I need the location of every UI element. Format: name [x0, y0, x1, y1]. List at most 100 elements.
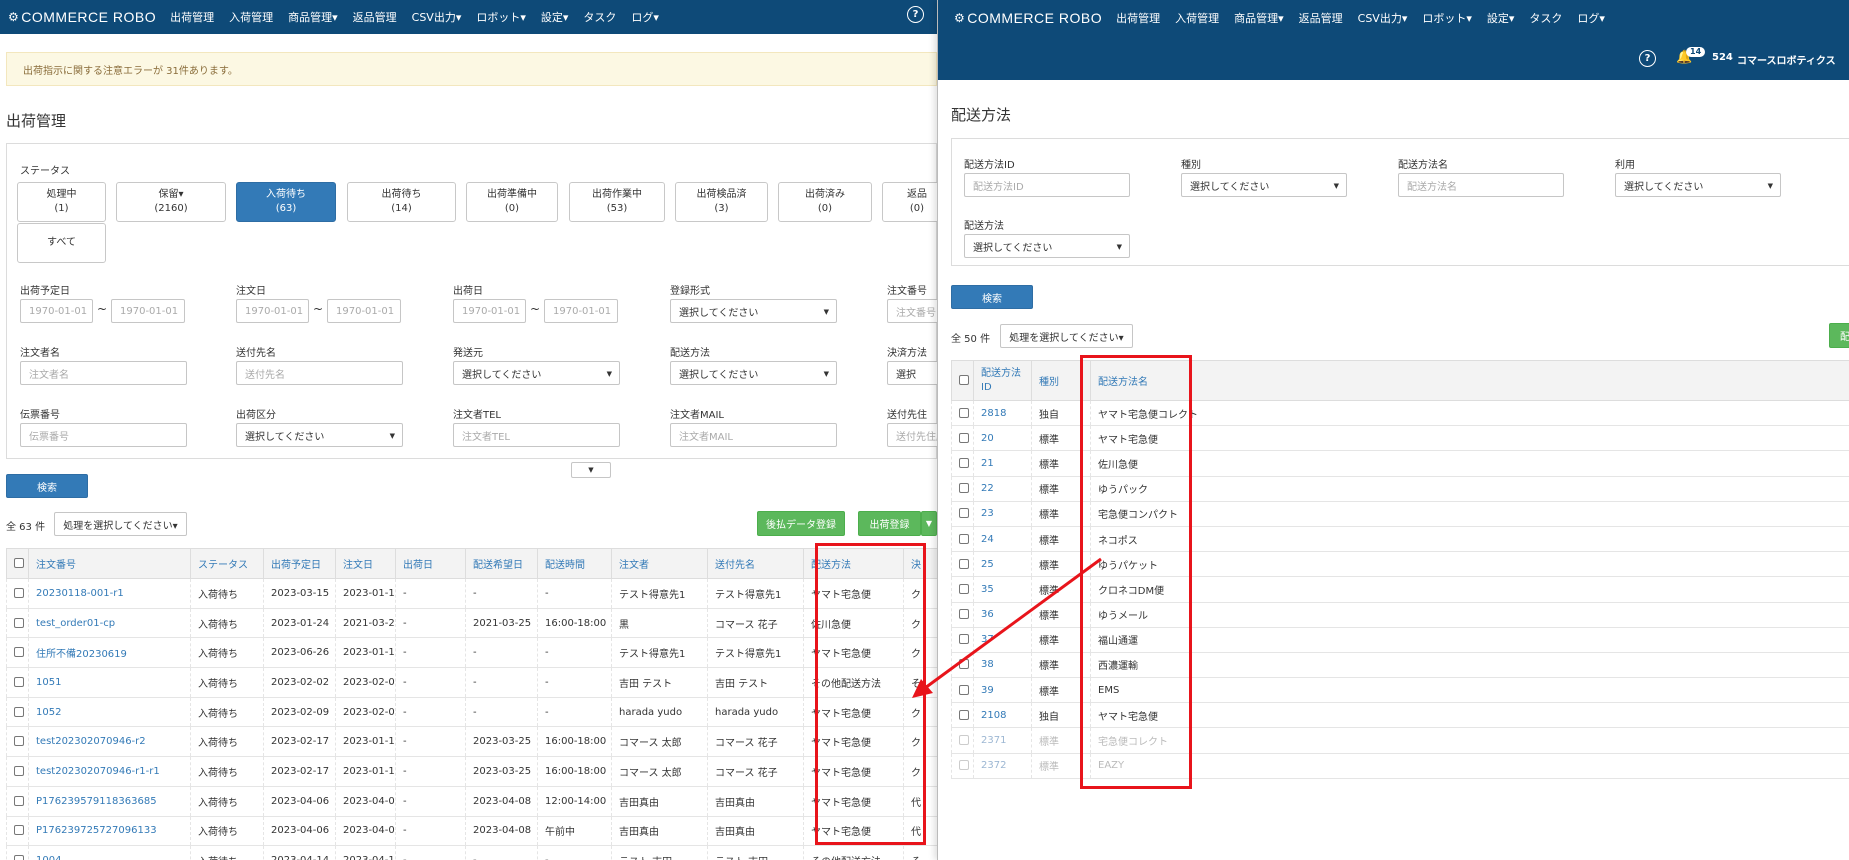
nav-products[interactable]: 商品管理▾ — [288, 9, 338, 25]
row-checkbox-cell[interactable] — [951, 753, 974, 779]
order-link[interactable]: test202302070946-r2 — [36, 736, 146, 747]
method-id-link[interactable]: 25 — [981, 559, 994, 570]
row-checkbox[interactable] — [959, 634, 969, 645]
table-row[interactable]: 24 標準 ネコポス — [951, 526, 1849, 553]
col-delivery-method[interactable]: 配送方法 — [803, 548, 904, 579]
method-id-link[interactable]: 39 — [981, 685, 994, 696]
nav-returns[interactable]: 返品管理 — [1299, 10, 1343, 26]
method-id-input[interactable]: 配送方法ID — [964, 173, 1130, 197]
col-order-date[interactable]: 注文日 — [335, 548, 396, 579]
row-checkbox[interactable] — [959, 709, 969, 720]
slip-input[interactable]: 伝票番号 — [20, 423, 187, 447]
table-row[interactable]: 20 標準 ヤマト宅急便 — [951, 425, 1849, 452]
method-id-link[interactable]: 2371 — [981, 735, 1006, 746]
nav-csv[interactable]: CSV出力▾ — [412, 9, 462, 25]
app-logo[interactable]: ⚙ COMMERCE ROBO — [954, 10, 1102, 26]
status-all[interactable]: すべて — [17, 223, 106, 263]
cell-method-id[interactable]: 39 — [973, 677, 1032, 704]
order-date-from[interactable]: 1970-01-01 — [236, 299, 309, 323]
status-returned[interactable]: 返品 (0) — [882, 182, 937, 222]
nav-receiving[interactable]: 入荷管理 — [1175, 10, 1219, 26]
row-checkbox[interactable] — [959, 760, 969, 771]
row-checkbox[interactable] — [959, 457, 969, 468]
row-checkbox[interactable] — [959, 583, 969, 594]
nav-receiving[interactable]: 入荷管理 — [229, 9, 273, 25]
order-link[interactable]: 住所不備20230619 — [36, 649, 127, 660]
help-icon[interactable]: ? — [1639, 50, 1656, 67]
row-checkbox[interactable] — [959, 558, 969, 569]
expand-filters-button[interactable]: ▼ — [571, 462, 611, 478]
table-row[interactable]: 39 標準 EMS — [951, 677, 1849, 704]
row-checkbox[interactable] — [14, 855, 24, 860]
row-checkbox-cell[interactable] — [6, 816, 29, 847]
table-row[interactable]: 21 標準 佐川急便 — [951, 450, 1849, 477]
bulk-action-select[interactable]: 処理を選択してください▾ — [54, 512, 187, 536]
table-row[interactable]: test202302070946-r1-r1 入荷待ち 2023-02-17 2023… — [6, 756, 937, 787]
row-checkbox-cell[interactable] — [951, 727, 974, 754]
reg-type-select[interactable]: 選択してください ▼ — [670, 299, 837, 323]
order-link[interactable]: 1052 — [36, 707, 61, 718]
search-button[interactable]: 検索 — [6, 474, 88, 498]
cell-method-id[interactable]: 38 — [973, 652, 1032, 679]
cell-method-id[interactable]: 22 — [973, 476, 1032, 502]
cell-method-id[interactable]: 25 — [973, 551, 1032, 578]
nav-settings[interactable]: 設定▾ — [1487, 10, 1515, 26]
col-method-name[interactable]: 配送方法名 — [1090, 360, 1849, 401]
table-row[interactable]: 38 標準 西濃運輸 — [951, 652, 1849, 679]
cell-order-no[interactable]: 1051 — [28, 667, 191, 698]
row-checkbox[interactable] — [14, 706, 24, 717]
order-link[interactable]: P176239725727096133 — [36, 825, 157, 836]
row-checkbox-cell[interactable] — [951, 677, 974, 704]
table-row[interactable]: 1052 入荷待ち 2023-02-09 2023-02-06- - - harada yu… — [6, 697, 937, 728]
status-hold[interactable]: 保留▾ (2160) — [116, 182, 226, 222]
table-row[interactable]: 2108 独自 ヤマト宅急便 — [951, 702, 1849, 729]
app-logo[interactable]: ⚙ COMMERCE ROBO — [8, 9, 156, 25]
row-checkbox-cell[interactable] — [6, 845, 29, 860]
tel-input[interactable]: 注文者TEL — [453, 423, 620, 447]
status-processing[interactable]: 処理中 (1) — [17, 182, 106, 222]
row-checkbox-cell[interactable] — [6, 697, 29, 728]
col-order-no[interactable]: 注文番号 — [28, 548, 191, 579]
nav-robot[interactable]: ロボット▾ — [476, 9, 526, 25]
col-orderer[interactable]: 注文者 — [611, 548, 708, 579]
nav-logs[interactable]: ログ▾ — [1577, 10, 1605, 26]
nav-shipping[interactable]: 出荷管理 — [170, 9, 214, 25]
cell-order-no[interactable]: test_order01-cp — [28, 608, 191, 639]
row-checkbox-cell[interactable] — [951, 501, 974, 527]
table-row[interactable]: 36 標準 ゆうメール — [951, 602, 1849, 628]
status-awaiting-receipt[interactable]: 入荷待ち (63) — [236, 182, 336, 222]
method-select[interactable]: 選択してください ▼ — [670, 361, 837, 385]
order-link[interactable]: test_order01-cp — [36, 618, 115, 629]
cell-method-id[interactable]: 2371 — [973, 727, 1032, 754]
select-all-cell[interactable] — [951, 360, 974, 401]
table-row[interactable]: 1051 入荷待ち 2023-02-02 2023-02-02- - - 吉田 テスト 吉田 … — [6, 667, 937, 698]
method-id-link[interactable]: 35 — [981, 584, 994, 595]
table-row[interactable]: 2818 独自 ヤマト宅急便コレクト — [951, 400, 1849, 427]
method-id-link[interactable]: 38 — [981, 659, 994, 670]
row-checkbox-cell[interactable] — [951, 551, 974, 578]
method-id-link[interactable]: 22 — [981, 483, 994, 494]
row-checkbox-cell[interactable] — [6, 756, 29, 787]
use-select[interactable]: 選択してください ▼ — [1615, 173, 1781, 197]
table-row[interactable]: 2372 標準 EAZY — [951, 753, 1849, 779]
table-row[interactable]: 23 標準 宅急便コンパクト — [951, 501, 1849, 527]
search-button[interactable]: 検索 — [951, 285, 1033, 309]
nav-returns[interactable]: 返品管理 — [353, 9, 397, 25]
row-checkbox-cell[interactable] — [951, 576, 974, 603]
table-row[interactable]: test202302070946-r2 入荷待ち 2023-02-17 2023-01… — [6, 726, 937, 758]
col-ship-date[interactable]: 出荷予定日 — [263, 548, 336, 579]
row-checkbox-cell[interactable] — [951, 526, 974, 553]
method-id-link[interactable]: 24 — [981, 534, 994, 545]
col-desired-date[interactable]: 配送希望日 — [465, 548, 538, 579]
table-row[interactable]: 1004入荷待ち2023-04-142023-04-14---テスト 吉田テスト… — [6, 845, 937, 860]
col-method-id[interactable]: 配送方法ID — [973, 360, 1032, 401]
nav-csv[interactable]: CSV出力▾ — [1358, 10, 1408, 26]
cell-method-id[interactable]: 20 — [973, 425, 1032, 452]
table-row[interactable]: 2371 標準 宅急便コレクト — [951, 727, 1849, 754]
nav-shipping[interactable]: 出荷管理 — [1116, 10, 1160, 26]
nav-settings[interactable]: 設定▾ — [541, 9, 569, 25]
dest-addr-input[interactable]: 送付先住所 — [887, 423, 937, 447]
method-id-link[interactable]: 2108 — [981, 710, 1006, 721]
table-row[interactable]: 37 標準 福山通運 — [951, 627, 1849, 653]
ship-register-button[interactable]: 出荷登録 — [858, 511, 921, 536]
